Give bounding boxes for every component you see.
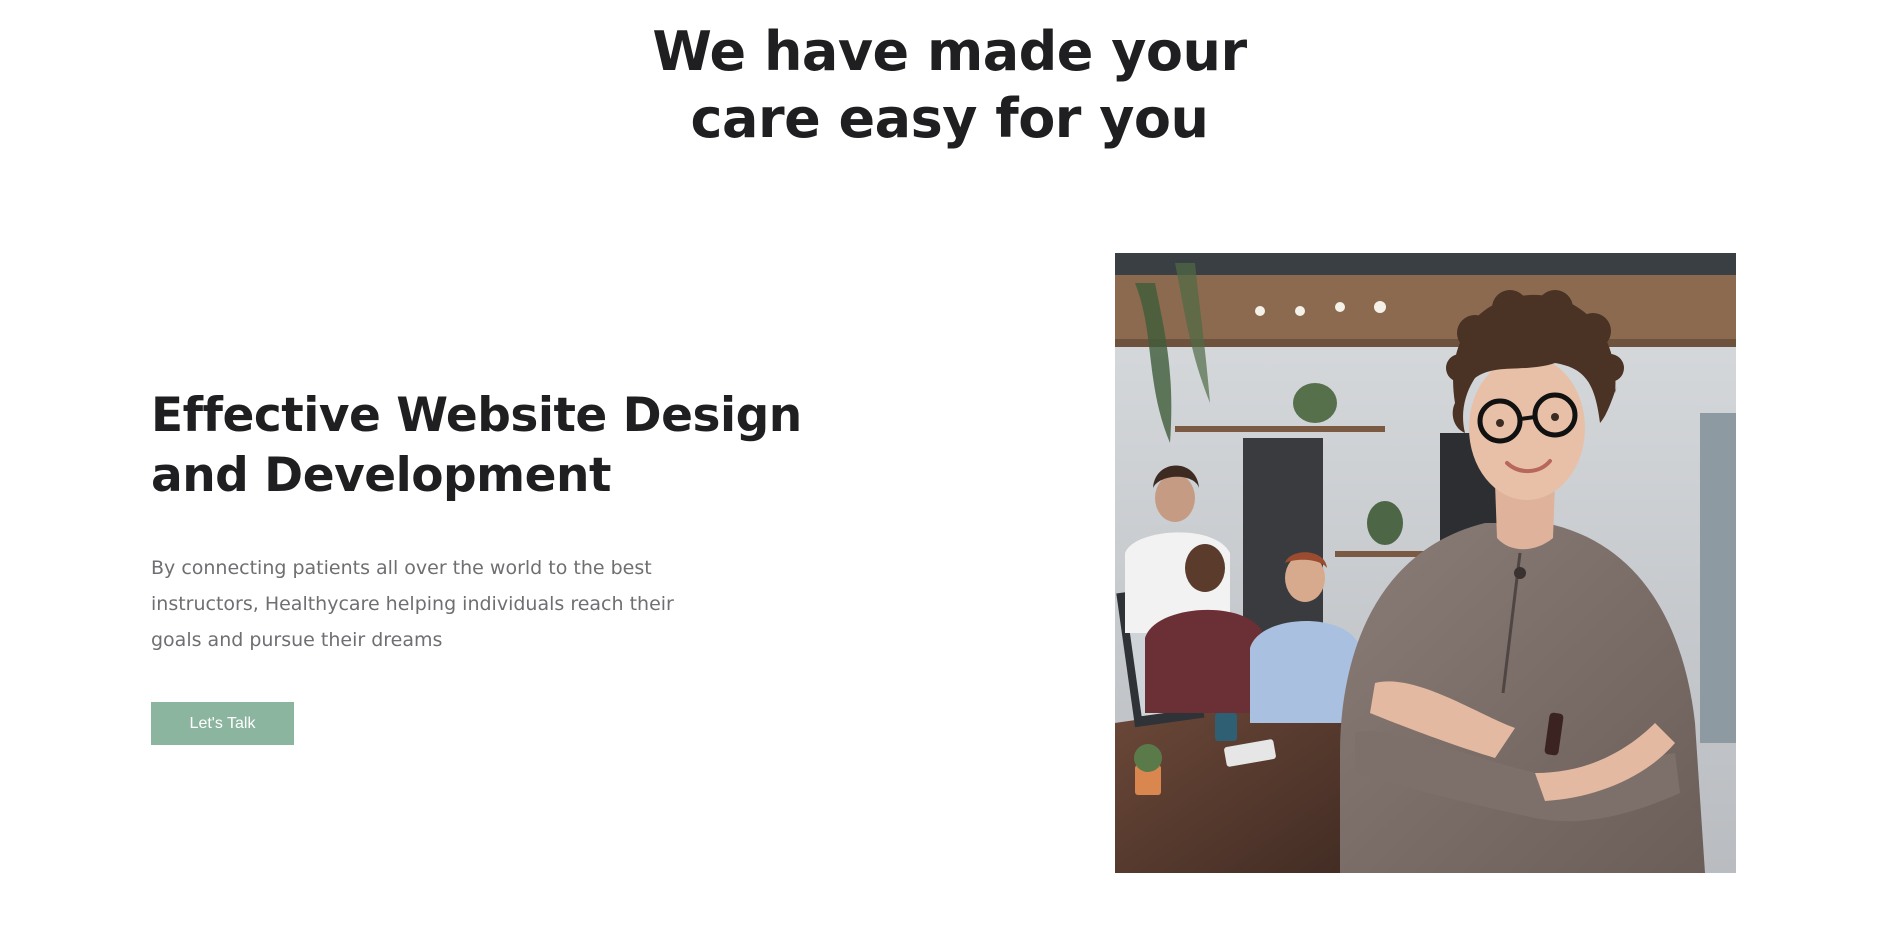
feature-content: Effective Website Design and Development… [151,386,851,658]
feature-description: By connecting patients all over the worl… [151,557,674,651]
lets-talk-button[interactable]: Let's Talk [151,702,294,745]
feature-heading-line-2: and Development [151,448,611,503]
section-title-line-1: We have made your [652,20,1247,83]
section-title-line-2: care easy for you [690,87,1209,150]
section-title: We have made your care easy for you [0,18,1899,152]
feature-heading-line-1: Effective Website Design [151,388,802,443]
hero-photo [1115,253,1736,873]
feature-heading: Effective Website Design and Development [151,386,851,506]
